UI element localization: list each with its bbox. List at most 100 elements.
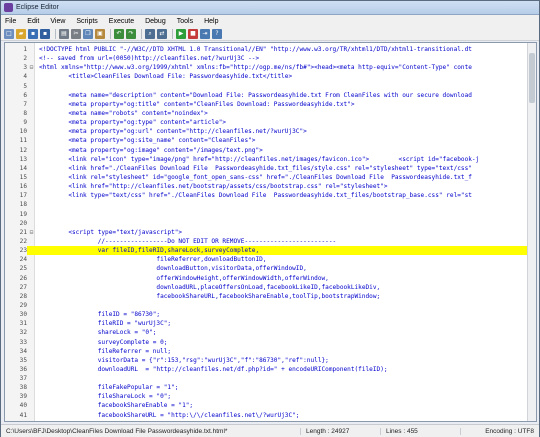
code-line[interactable]: 19 [5,210,536,219]
status-lines: Lines : 455 [381,427,461,435]
app-logo-icon [4,3,13,12]
code-line[interactable]: 15 <link rel="stylesheet" id="google_fon… [5,173,536,182]
code-line[interactable]: 28 facebookShareURL,facebookShareEnable,… [5,292,536,301]
line-number: 38 [19,384,27,392]
code-line[interactable]: 21 ⊟ <script type="text/javascript"> [5,228,536,237]
replace-icon[interactable]: ⇄ [157,29,167,39]
code-line[interactable]: 17 <link type="text/css" href="./CleanFi… [5,191,536,200]
status-length: Length : 24927 [301,427,381,435]
line-number: 28 [19,292,27,300]
code-line[interactable]: 27 downloadURL,placeOffersOnLoad,faceboo… [5,283,536,292]
code-text: <meta property="og:image" content="/imag… [39,146,263,154]
status-file-path: C:\Users\BFJ\Desktop\CleanFiles Download… [1,427,301,435]
open-folder-icon[interactable]: ▰ [16,29,26,39]
menu-view[interactable]: View [50,18,65,25]
code-line[interactable]: 31 fileRID = "wurUj3C"; [5,319,536,328]
run-icon[interactable]: ▶ [176,29,186,39]
menu-file[interactable]: File [5,18,16,25]
line-number: 21 [19,228,27,236]
code-editor[interactable]: 1 <!DOCTYPE html PUBLIC "-//W3C//DTD XHTM… [4,42,537,422]
toolbar-separator [110,29,111,39]
code-line[interactable]: 35 visitorData = {"r":153,"rsg":"wurUj3C… [5,356,536,365]
code-line[interactable]: 22 //-----------------Do NOT EDIT OR REM… [5,237,536,246]
step-icon[interactable]: ⇥ [200,29,210,39]
code-text: fileShareLock = "0"; [39,393,172,401]
line-number: 10 [19,128,27,136]
line-number: 41 [19,411,27,419]
code-line[interactable]: 33 surveyComplete = 0; [5,338,536,347]
menu-scripts[interactable]: Scripts [76,18,97,25]
code-line[interactable]: 3 ⊟ <html xmlns="http://www.w3.org/1999/xh… [5,63,536,72]
code-line[interactable]: 29 [5,301,536,310]
code-line[interactable]: 41 facebookShareURL = "http:\/\/cleanfil… [5,411,536,420]
menu-help[interactable]: Help [204,18,218,25]
line-number: 25 [19,265,27,273]
code-line[interactable]: 18 [5,200,536,209]
toolbar-separator [141,29,142,39]
code-line[interactable]: 39 fileShareLock = "0"; [5,392,536,401]
print-icon[interactable]: ▤ [59,29,69,39]
code-line[interactable]: 20 [5,219,536,228]
line-number: 35 [19,356,27,364]
code-line[interactable]: 24 fileReferrer,downloadButtonID, [5,255,536,264]
code-line[interactable]: 5 [5,82,536,91]
stop-icon[interactable]: ■ [188,29,198,39]
code-text: <title>CleanFiles Download File: Passwor… [39,73,293,81]
undo-icon[interactable]: ↶ [114,29,124,39]
code-line[interactable]: 36 downloadURL = "http://cleanfiles.net/… [5,365,536,374]
code-line[interactable]: 25 downloadButton,visitorData,offerWindo… [5,264,536,273]
line-number: 5 [23,82,27,90]
code-line[interactable]: 32 shareLock = "0"; [5,328,536,337]
title-bar[interactable]: Eclipse Editor [1,1,539,15]
help-icon[interactable]: ? [212,29,222,39]
code-text: fileFakePopular = "1"; [39,384,179,392]
code-text: <meta property="og:url" content="http://… [39,128,307,136]
code-line[interactable]: 1 <!DOCTYPE html PUBLIC "-//W3C//DTD XHTM… [5,45,536,54]
fold-toggle-icon[interactable]: ⊟ [28,63,35,72]
code-text: fileID = "86730"; [39,311,161,319]
code-line[interactable]: 6 <meta name="description" content="Down… [5,91,536,100]
code-line[interactable]: 16 <link href="http://cleanfiles.net/boo… [5,182,536,191]
find-icon[interactable]: ⌕ [145,29,155,39]
code-line[interactable]: 11 <meta property="og:site_name" content… [5,136,536,145]
code-line-current[interactable]: 23 var fileID,fileRID,shareLock,surveyCo… [5,246,536,256]
code-text: <meta property="og:type" content="articl… [39,119,227,127]
save-all-icon[interactable]: ▪ [40,29,50,39]
code-text: downloadURL = "http://cleanfiles.net/df.… [39,365,388,373]
status-encoding: Encoding : UTF8 [485,427,534,435]
menu-edit[interactable]: Edit [27,18,39,25]
code-text: shareLock = "0"; [39,329,157,337]
line-number: 40 [19,402,27,410]
code-line[interactable]: 8 <meta name="robots" content="noindex"> [5,109,536,118]
code-line[interactable]: 37 [5,374,536,383]
code-line[interactable]: 14 <link href="./CleanFiles Download Fil… [5,164,536,173]
line-number: 20 [19,219,27,227]
new-file-icon[interactable]: □ [4,29,14,39]
code-line[interactable]: 40 facebookShareEnable = "1"; [5,401,536,410]
menu-tools[interactable]: Tools [177,18,193,25]
code-line[interactable]: 4 <title>CleanFiles Download File: Passw… [5,72,536,81]
save-icon[interactable]: ▪ [28,29,38,39]
code-line[interactable]: 34 fileReferrer = null; [5,347,536,356]
code-line[interactable]: 12 <meta property="og:image" content="/i… [5,146,536,155]
code-line[interactable]: 7 <meta property="og:title" content="Cle… [5,100,536,109]
editor-window: Eclipse Editor File Edit View Scripts Execut… [0,0,540,437]
code-line[interactable]: 38 fileFakePopular = "1"; [5,383,536,392]
code-line[interactable]: 9 <meta property="og:type" content="arti… [5,118,536,127]
menu-execute[interactable]: Execute [109,18,134,25]
code-line[interactable]: 13 <link rel="icon" type="image/png" hre… [5,155,536,164]
toolbar-separator [172,29,173,39]
code-line[interactable]: 30 fileID = "86730"; [5,310,536,319]
menu-debug[interactable]: Debug [145,18,166,25]
paste-icon[interactable]: ▣ [95,29,105,39]
copy-icon[interactable]: ❐ [83,29,93,39]
fold-toggle-icon[interactable]: ⊟ [28,228,35,237]
code-line[interactable]: 42 fileShowDate = "1"; [5,420,536,422]
scrollbar-thumb[interactable] [529,53,535,103]
vertical-scrollbar[interactable] [527,43,536,421]
redo-icon[interactable]: ↷ [126,29,136,39]
code-line[interactable]: 10 <meta property="og:url" content="http… [5,127,536,136]
cut-icon[interactable]: ✂ [71,29,81,39]
code-line[interactable]: 2 <!-- saved from url=(0050)http://cleanf… [5,54,536,63]
code-line[interactable]: 26 offerWindowHeight,offerWindowWidth,of… [5,274,536,283]
